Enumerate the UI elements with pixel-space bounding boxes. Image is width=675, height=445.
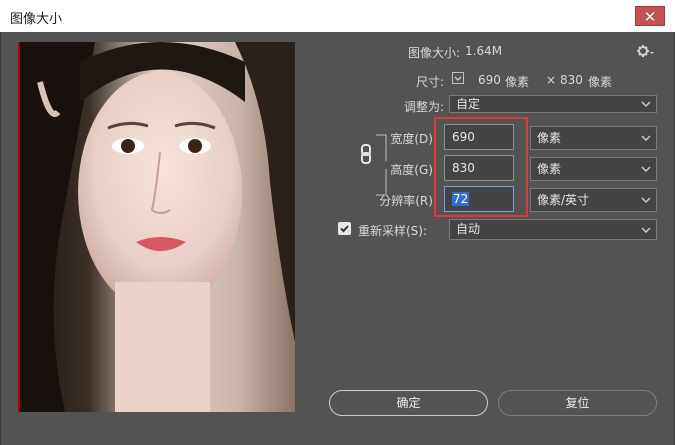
width-unit-select[interactable]: 像素 (530, 126, 657, 150)
image-size-value: 1.64M (465, 44, 503, 58)
resample-value: 自动 (456, 222, 481, 236)
resample-label: 重新采样(S): (358, 224, 428, 238)
portrait-preview-image (20, 42, 295, 412)
width-unit-value: 像素 (537, 131, 562, 145)
dimensions-height-unit: 像素 (588, 75, 613, 89)
resolution-label: 分辨率(R): (379, 194, 437, 208)
checkmark-icon (340, 225, 349, 233)
fit-to-select[interactable]: 自定 (449, 95, 657, 113)
gear-icon (637, 45, 654, 57)
chevron-down-icon (641, 101, 651, 107)
width-label: 宽度(D): (390, 132, 437, 146)
resample-checkbox[interactable] (338, 222, 351, 235)
close-button[interactable]: ✕ (635, 6, 665, 26)
dimensions-unit-menu[interactable] (452, 72, 464, 84)
dimensions-times: × (546, 73, 557, 87)
reset-button[interactable]: 复位 (498, 390, 657, 416)
window-title: 图像大小 (10, 12, 63, 27)
highlight-annotation-box (434, 117, 528, 217)
resample-select[interactable]: 自动 (449, 219, 657, 240)
dimensions-label: 尺寸: (415, 75, 444, 89)
dimensions-width-unit: 像素 (505, 75, 530, 89)
image-preview[interactable] (18, 42, 295, 412)
chevron-down-icon (641, 166, 651, 172)
image-size-label: 图像大小: (407, 46, 460, 60)
close-icon: ✕ (643, 8, 657, 26)
height-label: 高度(G): (390, 163, 437, 177)
fit-to-value: 自定 (456, 97, 481, 111)
resolution-unit-value: 像素/英寸 (537, 193, 590, 207)
height-unit-select[interactable]: 像素 (530, 157, 657, 181)
dimensions-height: 830 (560, 73, 583, 87)
resolution-unit-select[interactable]: 像素/英寸 (530, 188, 657, 212)
window-titlebar: 图像大小 ✕ (0, 0, 675, 33)
chevron-down-icon (641, 197, 651, 203)
chevron-down-icon (641, 135, 651, 141)
ok-button[interactable]: 确定 (329, 390, 488, 416)
chevron-down-icon (641, 227, 651, 233)
chevron-down-icon (454, 76, 462, 81)
height-unit-value: 像素 (537, 162, 562, 176)
fit-to-label: 调整为: (403, 100, 444, 114)
dimensions-width: 690 (478, 73, 501, 87)
settings-menu-button[interactable] (636, 42, 654, 60)
